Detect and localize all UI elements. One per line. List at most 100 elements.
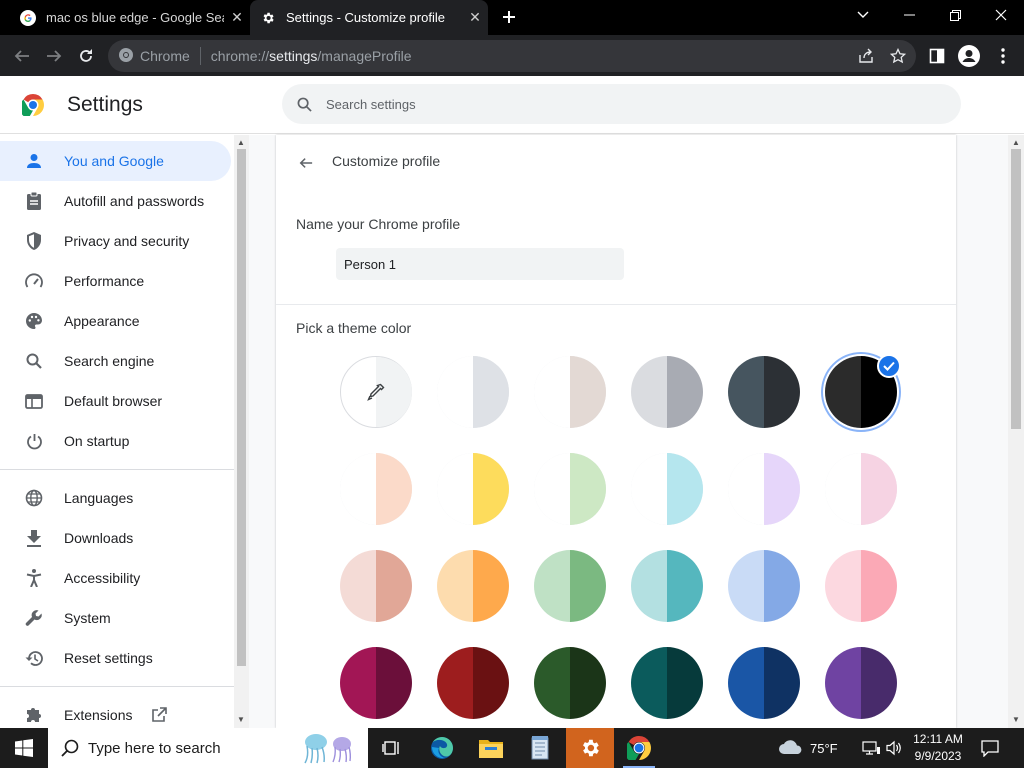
- taskbar-search-input[interactable]: [88, 739, 288, 757]
- settings-search-input[interactable]: [326, 96, 926, 112]
- theme-color-swatch[interactable]: [534, 550, 606, 622]
- theme-color-swatch[interactable]: [631, 647, 703, 719]
- tab-search-chevron-icon[interactable]: [840, 0, 886, 30]
- swatch-half-right: [861, 647, 897, 719]
- theme-color-swatch[interactable]: [825, 550, 897, 622]
- sidebar-scrollbar[interactable]: ▲ ▼: [234, 135, 249, 728]
- back-arrow-icon[interactable]: [294, 151, 318, 175]
- theme-color-swatch[interactable]: [825, 453, 897, 525]
- sidebar-item-default-browser[interactable]: Default browser: [0, 381, 231, 421]
- sidebar-item-search-engine[interactable]: Search engine: [0, 341, 231, 381]
- tab-settings-customize-profile[interactable]: Settings - Customize profile ✕: [250, 0, 488, 35]
- theme-color-swatch[interactable]: [534, 647, 606, 719]
- sidebar-item-on-startup[interactable]: On startup: [0, 421, 231, 461]
- sidebar-item-label: Search engine: [64, 353, 155, 369]
- external-link-icon: [150, 706, 168, 724]
- taskbar-search-box[interactable]: [48, 728, 368, 768]
- sidebar-item-performance[interactable]: Performance: [0, 261, 231, 301]
- sidebar-item-extensions[interactable]: Extensions: [0, 695, 231, 728]
- theme-color-swatch[interactable]: [728, 647, 800, 719]
- theme-color-swatch[interactable]: [631, 356, 703, 428]
- search-icon: [24, 351, 44, 371]
- theme-color-swatch[interactable]: [728, 550, 800, 622]
- theme-color-swatch[interactable]: [340, 453, 412, 525]
- sidebar-item-reset-settings[interactable]: Reset settings: [0, 638, 231, 678]
- minimize-icon[interactable]: [886, 0, 932, 30]
- tab-close-icon[interactable]: ✕: [224, 9, 250, 26]
- kebab-menu-icon[interactable]: [990, 43, 1016, 69]
- address-bar[interactable]: Chrome chrome://settings/manageProfile: [108, 40, 916, 72]
- theme-color-swatch[interactable]: [437, 647, 509, 719]
- theme-color-swatch[interactable]: [437, 356, 509, 428]
- theme-color-swatch[interactable]: [825, 647, 897, 719]
- file-explorer-icon[interactable]: [467, 728, 515, 768]
- theme-color-swatch[interactable]: [534, 453, 606, 525]
- theme-color-swatch[interactable]: [340, 550, 412, 622]
- theme-color-label: Pick a theme color: [296, 320, 412, 336]
- notification-center-icon[interactable]: [981, 728, 999, 768]
- share-icon[interactable]: [853, 41, 879, 71]
- scroll-down-arrow-icon[interactable]: ▼: [1012, 715, 1020, 724]
- sidebar-item-downloads[interactable]: Downloads: [0, 518, 231, 558]
- weather-widget[interactable]: 75°F: [778, 728, 838, 768]
- reload-icon[interactable]: [73, 43, 99, 69]
- browser-toolbar: Chrome chrome://settings/manageProfile: [0, 35, 1024, 76]
- task-view-icon[interactable]: [368, 728, 416, 768]
- system-clock[interactable]: 12:11 AM 9/9/2023: [906, 731, 970, 765]
- profile-avatar-icon[interactable]: [956, 43, 982, 69]
- theme-color-swatch[interactable]: [728, 356, 800, 428]
- section-divider: [276, 304, 956, 305]
- scroll-down-arrow-icon[interactable]: ▼: [237, 715, 245, 724]
- new-tab-plus-icon[interactable]: [497, 5, 521, 29]
- windows-taskbar: 75°F 12:11 AM 9/9/2023: [0, 728, 1024, 768]
- sidebar-item-you-and-google[interactable]: You and Google: [0, 141, 231, 181]
- person-icon: [24, 151, 44, 171]
- notepad-app-icon[interactable]: [516, 728, 564, 768]
- site-chip[interactable]: Chrome: [108, 47, 190, 66]
- sidebar-item-appearance[interactable]: Appearance: [0, 301, 231, 341]
- back-arrow-icon[interactable]: [9, 43, 35, 69]
- theme-color-swatch-selected[interactable]: [825, 354, 901, 428]
- tab-close-icon[interactable]: ✕: [462, 9, 488, 26]
- settings-gear-app-icon[interactable]: [566, 728, 614, 768]
- scroll-up-arrow-icon[interactable]: ▲: [1012, 138, 1020, 147]
- swatch-half-left: [728, 453, 764, 525]
- swatch-half-left: [534, 356, 570, 428]
- page-scrollbar[interactable]: ▲ ▼: [1008, 135, 1024, 728]
- theme-color-swatch[interactable]: [340, 647, 412, 719]
- settings-search-box[interactable]: [282, 84, 961, 124]
- volume-icon[interactable]: [886, 728, 902, 768]
- scroll-up-arrow-icon[interactable]: ▲: [237, 138, 245, 147]
- edge-browser-icon[interactable]: [418, 728, 466, 768]
- tab-google-search[interactable]: mac os blue edge - Google Search ✕: [0, 0, 250, 35]
- theme-color-swatch[interactable]: [437, 453, 509, 525]
- sidebar-item-autofill[interactable]: Autofill and passwords: [0, 181, 231, 221]
- profile-name-input[interactable]: [336, 248, 624, 280]
- sidebar-item-accessibility[interactable]: Accessibility: [0, 558, 231, 598]
- sidebar-item-privacy[interactable]: Privacy and security: [0, 221, 231, 261]
- close-window-icon[interactable]: [978, 0, 1024, 30]
- sidebar-item-languages[interactable]: Languages: [0, 478, 231, 518]
- windows-start-icon[interactable]: [0, 728, 48, 768]
- swatch-half-left: [534, 453, 570, 525]
- browser-window-icon: [24, 391, 44, 411]
- scrollbar-thumb[interactable]: [237, 149, 246, 666]
- side-panel-icon[interactable]: [924, 43, 950, 69]
- sidebar-item-system[interactable]: System: [0, 598, 231, 638]
- theme-color-swatch[interactable]: [631, 550, 703, 622]
- theme-color-swatch[interactable]: [534, 356, 606, 428]
- theme-color-swatch[interactable]: [728, 453, 800, 525]
- theme-color-swatch[interactable]: [437, 550, 509, 622]
- scrollbar-thumb[interactable]: [1011, 149, 1021, 429]
- chrome-app-icon[interactable]: [615, 728, 663, 768]
- swatch-half-left: [534, 550, 570, 622]
- swatch-half-right: [570, 647, 606, 719]
- custom-color-picker-swatch[interactable]: [340, 356, 412, 428]
- network-icon[interactable]: [862, 728, 880, 768]
- weather-temperature: 75°F: [810, 740, 838, 756]
- bookmark-star-icon[interactable]: [885, 41, 911, 71]
- restore-icon[interactable]: [932, 0, 978, 30]
- theme-color-swatch[interactable]: [631, 453, 703, 525]
- swatch-half-right: [861, 453, 897, 525]
- forward-arrow-icon[interactable]: [41, 43, 67, 69]
